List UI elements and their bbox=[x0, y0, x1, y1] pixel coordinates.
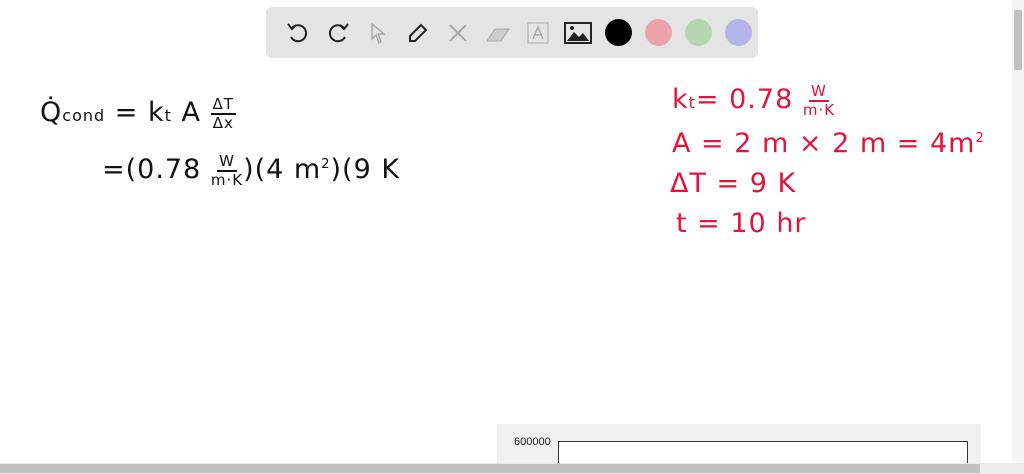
a-text: A = 2 m × 2 m = 4m bbox=[672, 128, 976, 159]
part-c: )(9 K bbox=[330, 154, 401, 185]
den: m·K bbox=[210, 170, 244, 189]
num: ΔT bbox=[210, 95, 236, 115]
den: m·K bbox=[802, 100, 836, 119]
plot-y-label: 600000 bbox=[514, 436, 551, 448]
tools-icon[interactable] bbox=[438, 13, 478, 53]
k: k bbox=[672, 84, 689, 115]
k-sub: t bbox=[164, 106, 172, 125]
text-icon[interactable] bbox=[518, 13, 558, 53]
k-val: = 0.78 bbox=[695, 84, 794, 115]
given-time: t = 10 hr bbox=[676, 208, 807, 239]
color-green[interactable] bbox=[678, 13, 718, 53]
select-icon[interactable] bbox=[358, 13, 398, 53]
given-area: A = 2 m × 2 m = 4m2 bbox=[672, 128, 985, 159]
fraction: Wm·K bbox=[211, 153, 243, 188]
horizontal-scroll-thumb[interactable] bbox=[0, 464, 980, 473]
cond-sub: cond bbox=[62, 106, 106, 125]
given-dt: ΔT = 9 K bbox=[670, 168, 797, 199]
k-sub: t bbox=[688, 93, 696, 112]
color-red[interactable] bbox=[638, 13, 678, 53]
drawing-toolbar bbox=[266, 7, 758, 58]
fraction: Wm·K bbox=[803, 83, 835, 118]
given-k: kt= 0.78 Wm·K bbox=[672, 83, 835, 118]
image-icon[interactable] bbox=[558, 13, 598, 53]
eq-k: = k bbox=[114, 97, 165, 128]
num: W bbox=[217, 152, 237, 172]
undo-icon[interactable] bbox=[278, 13, 318, 53]
num: W bbox=[809, 82, 829, 102]
fraction: ΔT Δx bbox=[210, 95, 236, 132]
equation-line-2: =(0.78 Wm·K)(4 m2)(9 K bbox=[102, 153, 400, 188]
den: Δx bbox=[212, 113, 234, 132]
redo-icon[interactable] bbox=[318, 13, 358, 53]
q-dot: Q̇ bbox=[40, 97, 63, 128]
color-black[interactable] bbox=[598, 13, 638, 53]
color-blue[interactable] bbox=[718, 13, 758, 53]
vertical-scroll-thumb[interactable] bbox=[1014, 10, 1022, 70]
sup: 2 bbox=[975, 131, 985, 146]
equation-line-1: Q̇cond = kt A ΔT Δx bbox=[40, 96, 236, 131]
area-symbol: A bbox=[181, 97, 201, 128]
part-a: =(0.78 bbox=[102, 154, 202, 185]
eraser-icon[interactable] bbox=[478, 13, 518, 53]
sup: 2 bbox=[321, 157, 331, 172]
part-b: )(4 m bbox=[243, 154, 322, 185]
pen-icon[interactable] bbox=[398, 13, 438, 53]
